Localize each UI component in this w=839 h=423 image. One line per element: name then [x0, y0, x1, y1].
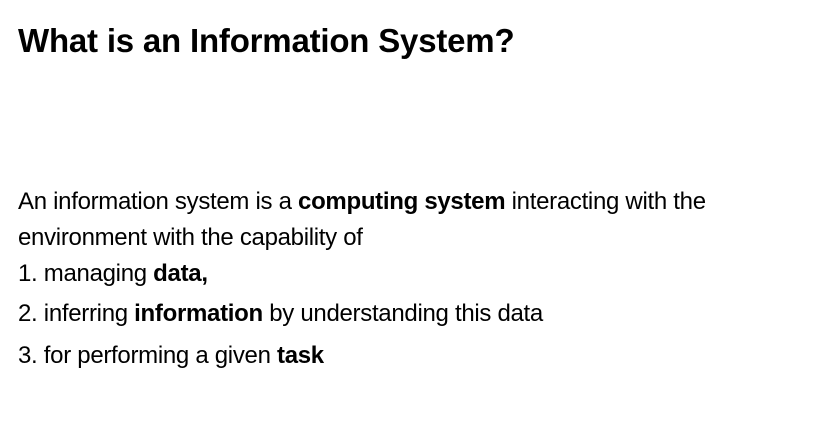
intro-text-before: An information system is a [18, 188, 299, 215]
list-number: 3. [18, 342, 38, 369]
intro-paragraph: An information system is a computing sys… [18, 184, 818, 256]
list-text-after: by understanding this data [262, 300, 543, 327]
list-emphasis: data, [153, 260, 208, 287]
list-item-3: 3. for performing a given task [18, 338, 818, 374]
slide: What is an Information System? An inform… [0, 0, 839, 423]
slide-title: What is an Information System? [18, 22, 515, 59]
list-item-2: 2. inferring information by understandin… [18, 296, 818, 332]
list-text-before: inferring [37, 300, 135, 327]
list-text-before: for performing a given [37, 342, 278, 369]
list-emphasis: information [134, 300, 263, 327]
list-number: 1. [18, 260, 38, 287]
slide-body: An information system is a computing sys… [18, 184, 818, 374]
intro-emphasis: computing system [298, 188, 506, 215]
list-number: 2. [18, 300, 38, 327]
list-text-before: managing [37, 260, 154, 287]
list-emphasis: task [277, 342, 324, 369]
list-item-1: 1. managing data, [18, 256, 818, 292]
